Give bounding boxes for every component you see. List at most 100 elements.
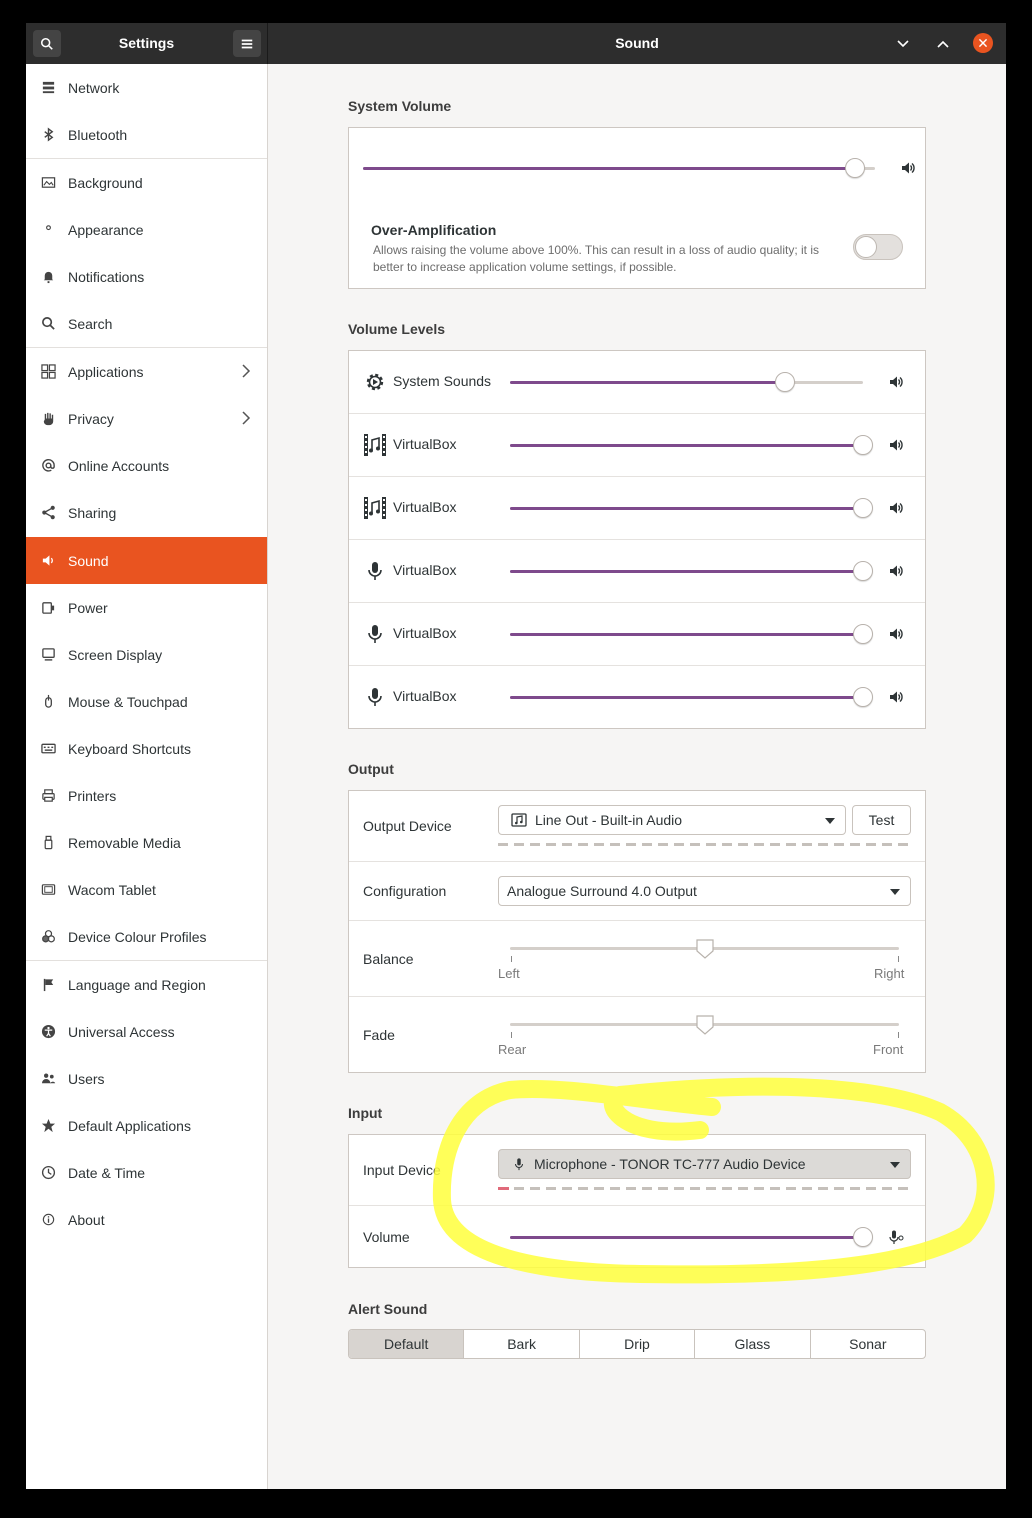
- sidebar-item-screen-display[interactable]: Screen Display: [26, 631, 267, 678]
- sidebar-item-printers[interactable]: Printers: [26, 772, 267, 819]
- virtualbox-slider[interactable]: [510, 498, 873, 518]
- input-volume-slider[interactable]: [510, 1227, 873, 1247]
- maximize-button[interactable]: [932, 33, 954, 55]
- microphone-icon: [368, 562, 382, 580]
- usb-icon: [39, 834, 57, 852]
- alert-option-sonar[interactable]: Sonar: [811, 1330, 925, 1358]
- input-level-peak: [498, 1187, 509, 1190]
- virtualbox-slider[interactable]: [510, 561, 873, 581]
- chevron-down-icon: [897, 40, 909, 48]
- header-bar: Settings Sound: [26, 23, 1006, 64]
- chevron-right-icon: [242, 364, 251, 378]
- sidebar-item-about[interactable]: About: [26, 1196, 267, 1243]
- configuration-dropdown[interactable]: Analogue Surround 4.0 Output: [498, 876, 911, 906]
- settings-window: Settings Sound Network Bluetooth Backgro…: [26, 23, 1006, 1489]
- sidebar-item-default-applications[interactable]: Default Applications: [26, 1102, 267, 1149]
- music-device-icon: [511, 813, 527, 827]
- speaker-icon[interactable]: [888, 689, 904, 705]
- slider-knob[interactable]: [853, 435, 873, 455]
- balance-slider[interactable]: [510, 939, 899, 959]
- section-title-volume-levels: Volume Levels: [348, 321, 446, 337]
- sidebar-item-power[interactable]: Power: [26, 584, 267, 631]
- over-amplification-title: Over-Amplification: [371, 222, 497, 238]
- sidebar-item-background[interactable]: Background: [26, 159, 267, 206]
- slider-knob[interactable]: [853, 1227, 873, 1247]
- sidebar-item-appearance[interactable]: Appearance: [26, 206, 267, 253]
- balance-right-label: Right: [874, 966, 905, 981]
- sidebar-item-online-accounts[interactable]: Online Accounts: [26, 442, 267, 489]
- sidebar-item-sound[interactable]: Sound: [26, 537, 267, 584]
- speaker-icon[interactable]: [900, 160, 916, 176]
- search-icon: [39, 315, 57, 333]
- alert-option-bark[interactable]: Bark: [464, 1330, 580, 1358]
- sidebar-item-label: Keyboard Shortcuts: [68, 740, 191, 757]
- slider-knob[interactable]: [695, 1014, 715, 1036]
- virtualbox-slider[interactable]: [510, 435, 873, 455]
- input-device-dropdown[interactable]: Microphone - TONOR TC-777 Audio Device: [498, 1149, 911, 1179]
- alert-option-default[interactable]: Default: [349, 1330, 465, 1358]
- volume-row-virtualbox: VirtualBox: [349, 666, 925, 728]
- appearance-icon: [39, 221, 57, 239]
- power-icon: [39, 599, 57, 617]
- microphone-sensitivity-icon[interactable]: [888, 1229, 904, 1245]
- menu-button[interactable]: [233, 30, 261, 57]
- sidebar-item-users[interactable]: Users: [26, 1055, 267, 1102]
- speaker-icon[interactable]: [888, 437, 904, 453]
- sidebar-item-sharing[interactable]: Sharing: [26, 489, 267, 536]
- sidebar-item-label: Removable Media: [68, 834, 181, 851]
- sidebar-item-label: Network: [68, 79, 120, 96]
- slider-knob[interactable]: [775, 372, 796, 392]
- slider-knob[interactable]: [853, 561, 873, 581]
- speaker-icon[interactable]: [888, 374, 904, 390]
- printer-icon: [39, 787, 57, 805]
- slider-knob[interactable]: [853, 498, 873, 518]
- balance-left-label: Left: [498, 966, 520, 981]
- network-icon: [39, 79, 57, 97]
- sidebar-item-label: Screen Display: [68, 646, 163, 663]
- sidebar-item-network[interactable]: Network: [26, 64, 267, 111]
- over-amplification-toggle[interactable]: [853, 234, 903, 260]
- sidebar-item-removable-media[interactable]: Removable Media: [26, 819, 267, 866]
- sidebar-item-device-colour-profiles[interactable]: Device Colour Profiles: [26, 913, 267, 960]
- close-icon: [978, 38, 988, 48]
- sidebar-item-wacom-tablet[interactable]: Wacom Tablet: [26, 866, 267, 913]
- sidebar-item-bluetooth[interactable]: Bluetooth: [26, 111, 267, 158]
- alert-option-drip[interactable]: Drip: [580, 1330, 696, 1358]
- info-icon: [39, 1211, 57, 1229]
- gear-icon: [366, 373, 384, 391]
- virtualbox-slider[interactable]: [510, 687, 873, 707]
- slider-knob[interactable]: [853, 687, 873, 707]
- sidebar-item-privacy[interactable]: Privacy: [26, 395, 267, 442]
- speaker-icon[interactable]: [888, 626, 904, 642]
- sidebar-item-mouse-touchpad[interactable]: Mouse & Touchpad: [26, 678, 267, 725]
- sidebar-item-label: Language and Region: [68, 976, 206, 993]
- system-volume-slider[interactable]: [363, 158, 875, 178]
- test-button[interactable]: Test: [852, 805, 911, 835]
- alert-option-glass[interactable]: Glass: [695, 1330, 811, 1358]
- virtualbox-slider[interactable]: [510, 624, 873, 644]
- input-device-label: Input Device: [363, 1162, 441, 1178]
- system-sounds-slider[interactable]: [510, 372, 863, 392]
- fade-rear-label: Rear: [498, 1042, 527, 1057]
- slider-knob[interactable]: [695, 938, 715, 960]
- fade-slider[interactable]: [510, 1015, 899, 1035]
- header-sidebar-section: Settings: [26, 23, 268, 64]
- close-button[interactable]: [973, 33, 993, 53]
- minimize-button[interactable]: [892, 33, 914, 55]
- chevron-up-icon: [937, 40, 949, 48]
- volume-row-system-sounds: System Sounds: [349, 351, 925, 413]
- sidebar-item-universal-access[interactable]: Universal Access: [26, 1008, 267, 1055]
- color-icon: [39, 928, 57, 946]
- search-button[interactable]: [33, 30, 61, 57]
- sidebar-item-applications[interactable]: Applications: [26, 348, 267, 395]
- sidebar-item-search[interactable]: Search: [26, 300, 267, 347]
- sidebar-item-language-region[interactable]: Language and Region: [26, 961, 267, 1008]
- sidebar-item-keyboard-shortcuts[interactable]: Keyboard Shortcuts: [26, 725, 267, 772]
- slider-knob[interactable]: [853, 624, 873, 644]
- output-device-dropdown[interactable]: Line Out - Built-in Audio: [498, 805, 846, 835]
- slider-knob[interactable]: [844, 158, 865, 178]
- speaker-icon[interactable]: [888, 500, 904, 516]
- speaker-icon[interactable]: [888, 563, 904, 579]
- sidebar-item-notifications[interactable]: Notifications: [26, 253, 267, 300]
- sidebar-item-date-time[interactable]: Date & Time: [26, 1149, 267, 1196]
